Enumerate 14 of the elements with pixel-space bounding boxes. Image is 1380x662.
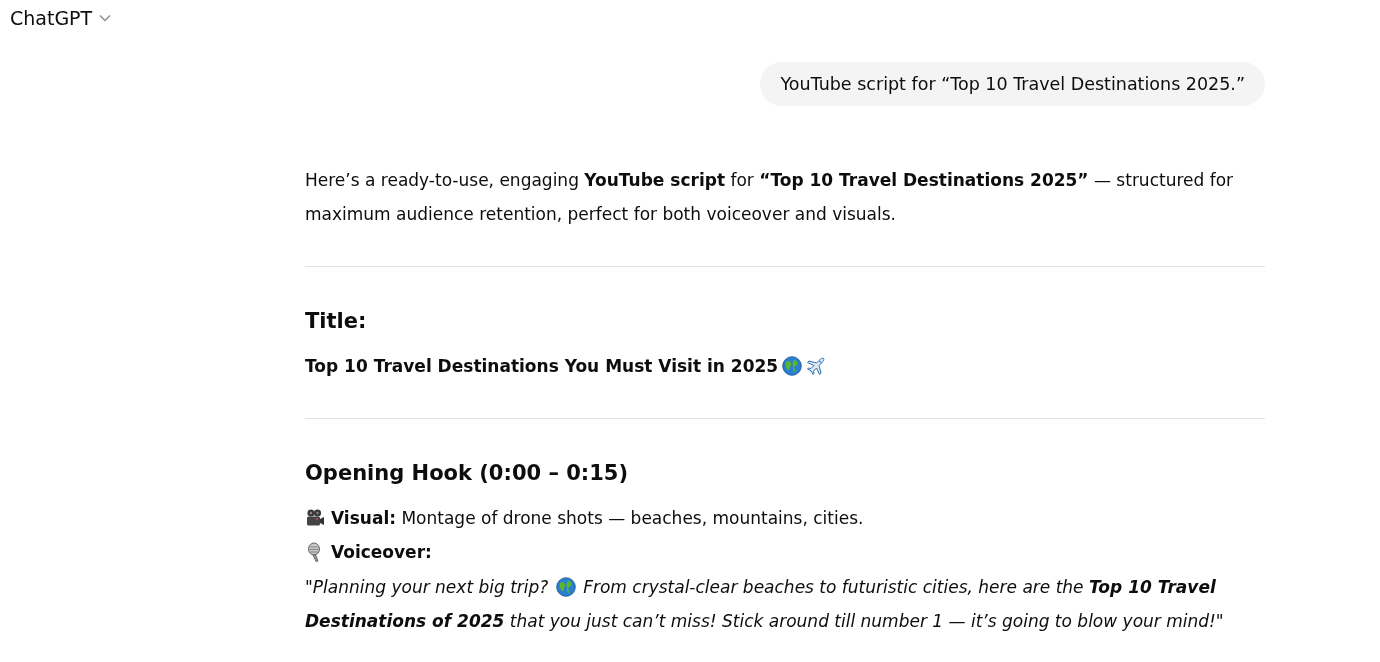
globe-icon (555, 577, 576, 597)
movie-camera-icon (305, 508, 325, 528)
response-intro: Here’s a ready-to-use, engaging YouTube script for “Top 10 Travel Destinations 2025” — structured for maximum audience retention, perfect for both voiceover and visuals. (305, 169, 1235, 226)
section-heading: Title: (305, 308, 368, 335)
airplane-icon (806, 356, 827, 376)
video-title: Top 10 Travel Destinations You Must Visit in 2025 (305, 355, 779, 378)
caret-icon (99, 14, 112, 22)
globe-icon (782, 356, 803, 376)
voiceover-quote: "Planning your next big trip? From crystal-clear beaches to futuristic cities, here are the Top 10 Travel Destinations of 2025 that you just can’t miss! Stick around till number 1 — it’s going to blow your mind!" (305, 576, 1225, 633)
user-message-bubble: YouTube script for “Top 10 Travel Destinations 2025.” (760, 62, 1265, 106)
voiceover-label: Voiceover: (331, 541, 432, 564)
model-selector[interactable]: ChatGPT (8, 5, 114, 31)
section-heading: Opening Hook (0:00 – 0:15) (305, 460, 630, 487)
visual-direction: Visual: Montage of drone shots — beaches, mountains, cities. (331, 507, 864, 530)
